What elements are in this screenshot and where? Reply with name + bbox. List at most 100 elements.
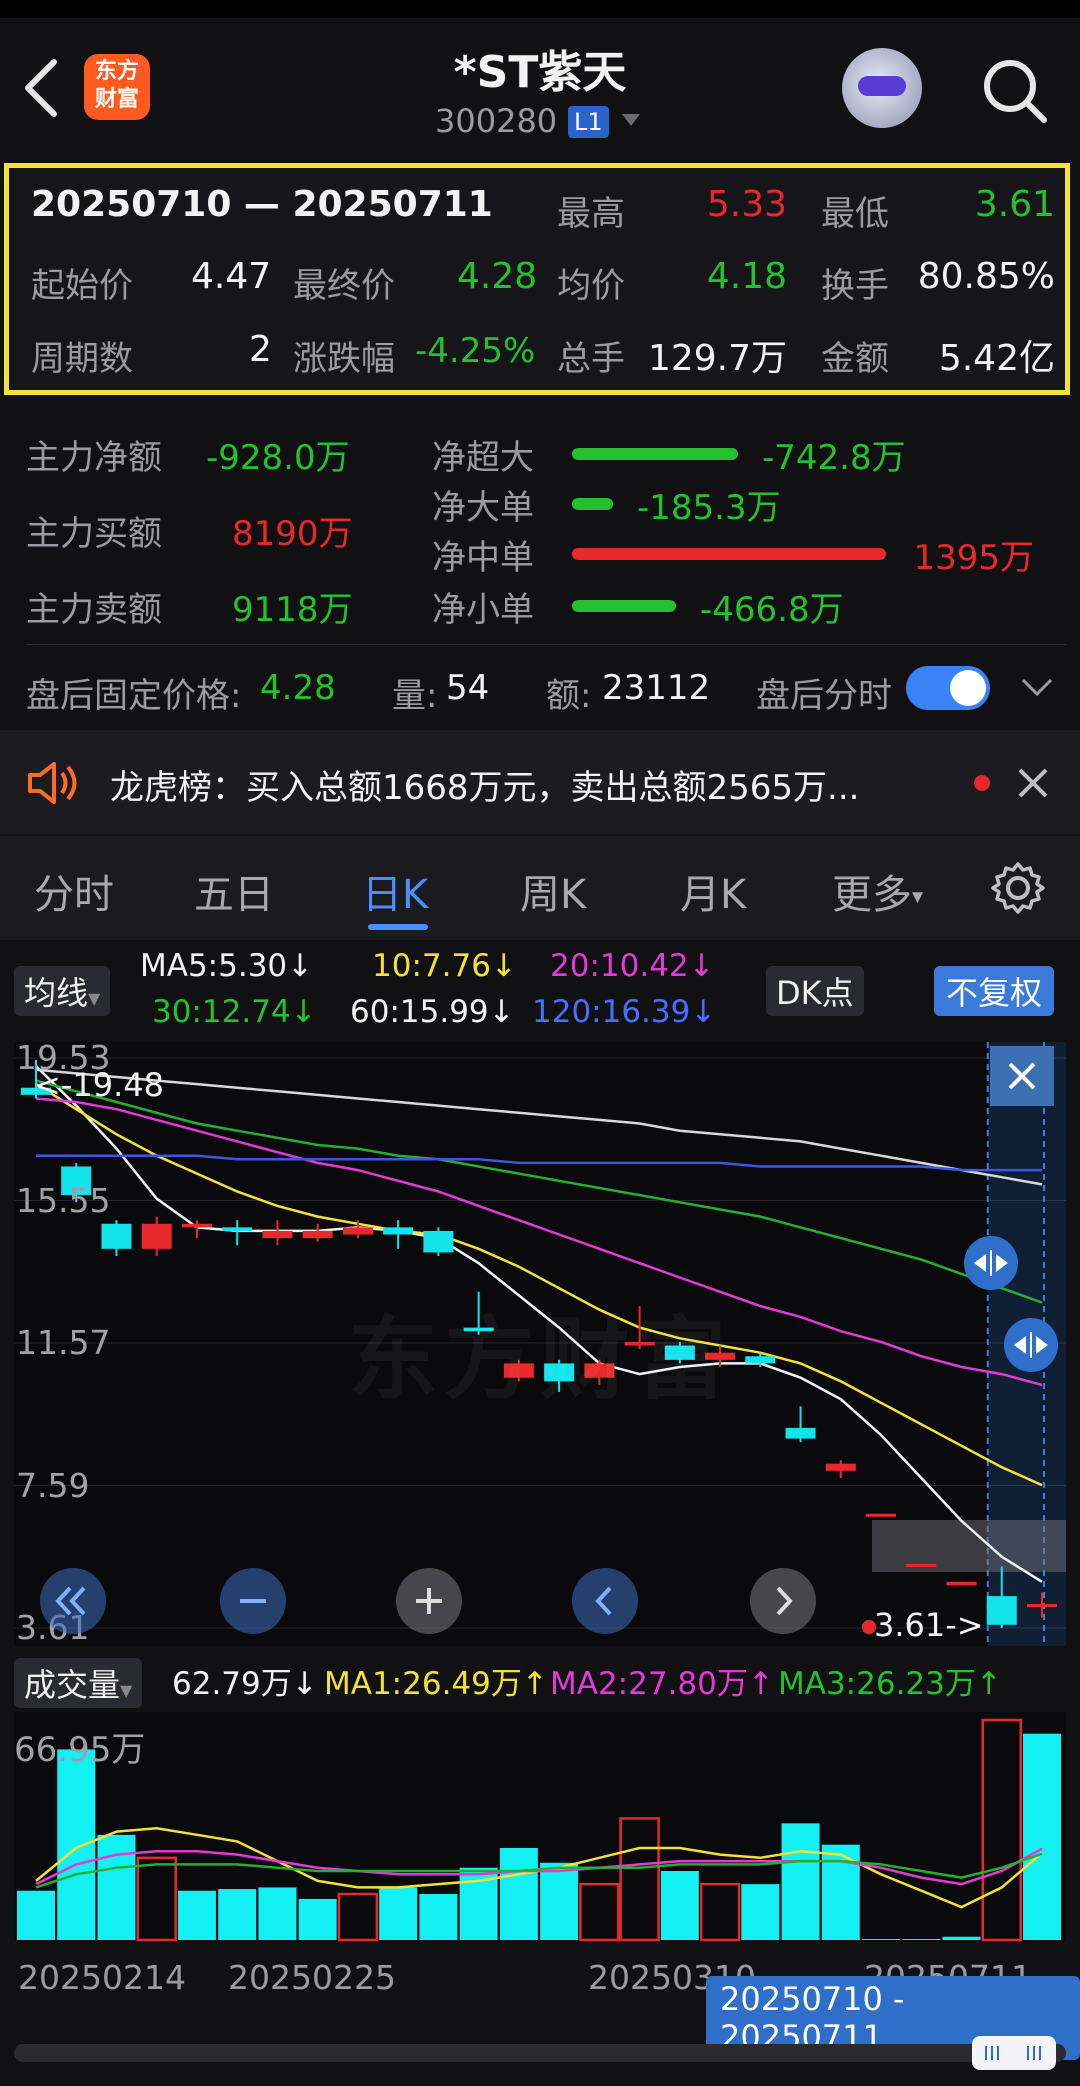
volume-bar: [540, 1862, 579, 1940]
volume-ma2: MA2:27.80万↑: [550, 1666, 774, 1702]
max-price-marker: <-19.48: [34, 1066, 164, 1104]
ma60-value: 60:15.99↓: [350, 994, 515, 1030]
speaker-icon: [28, 762, 77, 804]
avg-value: 4.18: [706, 256, 787, 297]
change-label: 涨跌幅: [293, 339, 395, 379]
selection-summary: 20250710 — 20250711 最高 5.33 最低 3.61 起始价 …: [4, 163, 1070, 395]
selection-handle-left[interactable]: [964, 1236, 1018, 1290]
after-hours-volume: 54: [446, 668, 490, 708]
candle-body: [101, 1223, 132, 1249]
grip-icon: [985, 2046, 1041, 2060]
change-value: -4.25%: [415, 331, 536, 371]
drag-handle-icon: [1014, 1332, 1048, 1358]
volume-bar: [821, 1844, 860, 1940]
volume-bar: [862, 1939, 901, 1940]
candle-body: [302, 1230, 333, 1239]
tab-daily-k[interactable]: 日K: [362, 862, 428, 920]
total-hands-label: 总手: [557, 339, 625, 379]
caret-down-icon: ▼: [120, 1681, 133, 1700]
flow-row-label: 净中单: [432, 538, 534, 578]
open-label: 起始价: [31, 266, 133, 306]
zoom-out-button[interactable]: [220, 1568, 286, 1634]
after-hours-toggle[interactable]: [906, 666, 990, 710]
dragon-tiger-notice[interactable]: 龙虎榜：买入总额1668万元，卖出总额2565万...: [0, 730, 1080, 834]
close-selection-button[interactable]: [990, 1046, 1054, 1106]
level-badge[interactable]: L1: [568, 106, 609, 138]
volume-bar: [379, 1887, 418, 1940]
volume-selector[interactable]: 成交量▼: [14, 1658, 143, 1708]
scroll-left-button[interactable]: [572, 1568, 638, 1634]
min-price-dot: [862, 1620, 876, 1634]
close-icon: [1008, 1062, 1036, 1090]
tab-weekly-k[interactable]: 周K: [520, 862, 586, 920]
zoom-in-button[interactable]: [396, 1568, 462, 1634]
open-value: 4.47: [191, 256, 272, 297]
volume-max-label: 66.95万: [14, 1730, 146, 1770]
candle-body: [986, 1596, 1017, 1625]
y-tick-label: 15.55: [16, 1180, 111, 1220]
search-button[interactable]: [980, 56, 1050, 130]
candle-body: [141, 1223, 172, 1249]
period-tabs: 分时 五日 日K 周K 月K 更多▾: [0, 836, 1080, 940]
main-sell-value: 9118万: [232, 590, 353, 630]
candle-body: [785, 1427, 816, 1439]
after-hours-price: 4.28: [260, 668, 336, 708]
scroll-right-button[interactable]: [750, 1568, 816, 1634]
after-hours-volume-label: 量:: [392, 676, 438, 716]
tab-more[interactable]: 更多▾: [832, 862, 923, 920]
volume-bar: [337, 1892, 379, 1942]
after-hours-price-label: 盘后固定价格:: [26, 676, 242, 716]
ma-selector[interactable]: 均线▼: [14, 966, 111, 1016]
drag-handle-icon: [974, 1250, 1008, 1276]
main-buy-label: 主力买额: [26, 514, 162, 554]
candle-body: [866, 1513, 897, 1517]
volume-chart[interactable]: [14, 1712, 1066, 1942]
flow-row-bar: [572, 548, 886, 560]
expand-chevron-icon[interactable]: [1020, 676, 1054, 704]
amount-value: 5.42亿: [938, 338, 1055, 379]
candle-body: [222, 1227, 253, 1231]
chart-scrollbar[interactable]: [14, 2044, 1066, 2062]
close-icon[interactable]: [1016, 766, 1050, 800]
scroll-start-button[interactable]: [40, 1568, 106, 1634]
ma10-value: 10:7.76↓: [372, 948, 517, 984]
high-label: 最高: [557, 194, 625, 234]
main-net-label: 主力净额: [26, 438, 162, 478]
after-hours-amount-label: 额:: [546, 676, 592, 716]
flow-row-label: 净大单: [432, 488, 534, 528]
flow-row-bar: [572, 600, 676, 612]
notice-text: 龙虎榜：买入总额1668万元，卖出总额2565万...: [110, 768, 860, 808]
candle-body: [946, 1581, 977, 1586]
caret-down-icon: ▾: [912, 884, 924, 910]
assistant-avatar-icon[interactable]: [842, 48, 922, 128]
turnover-label: 换手: [821, 266, 889, 306]
after-hours-amount: 23112: [602, 668, 711, 708]
after-hours-timeshare-label: 盘后分时: [756, 676, 892, 716]
candle-body: [342, 1227, 373, 1235]
tab-five-day[interactable]: 五日: [194, 862, 274, 920]
tab-timeshare[interactable]: 分时: [34, 862, 114, 920]
low-label: 最低: [821, 194, 889, 234]
close-value: 4.28: [457, 256, 538, 297]
status-bar: [0, 0, 1080, 18]
flow-row-value: -185.3万: [637, 488, 781, 528]
no-adjust-button[interactable]: 不复权: [934, 966, 1055, 1016]
settings-gear-icon[interactable]: [990, 860, 1046, 916]
tab-monthly-k[interactable]: 月K: [680, 862, 746, 920]
candle-body: [1027, 1604, 1057, 1608]
y-tick-label: 11.57: [16, 1323, 111, 1362]
turnover-value: 80.85%: [917, 256, 1055, 297]
caret-down-icon[interactable]: [620, 112, 642, 132]
main-buy-value: 8190万: [232, 514, 353, 554]
high-value: 5.33: [706, 184, 787, 225]
avg-label: 均价: [557, 266, 625, 306]
dk-point-button[interactable]: DK点: [766, 966, 864, 1016]
scrollbar-thumb[interactable]: [972, 2036, 1056, 2070]
volume-bar: [619, 1817, 660, 1942]
unread-dot: [974, 775, 990, 791]
volume-bar: [97, 1834, 136, 1940]
date-range: 20250710 — 20250711: [31, 184, 493, 225]
volume-bar: [981, 1718, 1023, 1942]
selection-handle-right[interactable]: [1004, 1318, 1058, 1372]
volume-bar: [218, 1889, 257, 1940]
